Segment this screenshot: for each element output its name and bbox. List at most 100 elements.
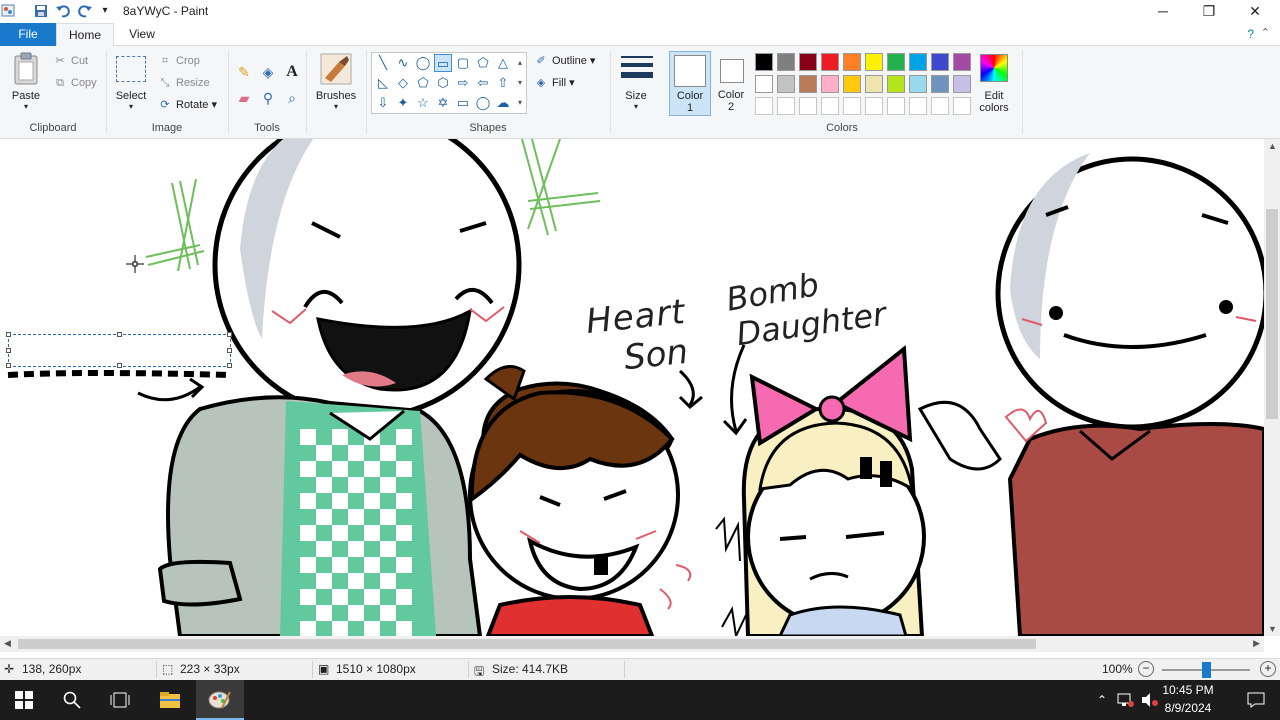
clock-time[interactable]: 10:45 PM — [1152, 683, 1224, 697]
fill-button[interactable]: ◈ Fill ▾ — [533, 74, 575, 92]
palette-swatch[interactable] — [843, 53, 861, 71]
clock-date[interactable]: 8/9/2024 — [1152, 701, 1224, 715]
redo-icon[interactable] — [77, 3, 93, 19]
select-dropdown-icon[interactable]: ▾ — [111, 102, 151, 111]
curve-shape-icon[interactable]: ∿ — [394, 54, 412, 72]
left-arrow-shape-icon[interactable]: ⇦ — [474, 74, 492, 92]
start-button-icon[interactable] — [0, 680, 48, 720]
palette-swatch[interactable] — [909, 53, 927, 71]
palette-swatch[interactable] — [953, 53, 971, 71]
selection-handle[interactable] — [227, 363, 232, 368]
custom-color-slot[interactable] — [887, 97, 905, 115]
zoom-slider-thumb[interactable] — [1202, 662, 1211, 678]
selection-handle[interactable] — [6, 348, 11, 353]
four-point-star-shape-icon[interactable]: ✦ — [394, 94, 412, 112]
select-button[interactable]: Select — [111, 90, 151, 102]
copy-button[interactable]: ⧉ Copy — [52, 74, 97, 92]
palette-swatch[interactable] — [755, 53, 773, 71]
oval-callout-shape-icon[interactable]: ◯ — [474, 94, 492, 112]
custom-color-slot[interactable] — [755, 97, 773, 115]
selection-handle[interactable] — [117, 332, 122, 337]
palette-swatch[interactable] — [799, 75, 817, 93]
tab-view[interactable]: View — [114, 23, 170, 46]
selection-handle[interactable] — [227, 348, 232, 353]
custom-color-slot[interactable] — [931, 97, 949, 115]
shapes-expand-icon[interactable]: ▾ — [514, 94, 526, 112]
rectangle-shape-icon[interactable]: ▭ — [434, 54, 452, 72]
down-arrow-shape-icon[interactable]: ⇩ — [374, 94, 392, 112]
palette-swatch[interactable] — [931, 75, 949, 93]
eraser-icon[interactable]: ▰ — [234, 88, 254, 108]
resize-button[interactable]: ⤡ Resize — [157, 74, 210, 92]
search-icon[interactable] — [48, 680, 96, 720]
palette-swatch[interactable] — [909, 75, 927, 93]
magnifier-icon[interactable]: ⌕ — [282, 88, 302, 108]
shapes-scroll-down-icon[interactable]: ▾ — [514, 74, 526, 92]
right-triangle-shape-icon[interactable]: ◺ — [374, 74, 392, 92]
cut-button[interactable]: ✂ Cut — [52, 52, 88, 70]
palette-swatch[interactable] — [887, 53, 905, 71]
crop-button[interactable]: ⌗ Crop — [157, 52, 200, 70]
palette-swatch[interactable] — [887, 75, 905, 93]
selection-handle[interactable] — [117, 363, 122, 368]
drawing-canvas[interactable]: Heart Son Bomb Daughter — [0, 139, 1264, 636]
horizontal-scrollbar[interactable]: ◀ ▶ — [0, 636, 1264, 652]
color2-button[interactable]: Color 2 — [712, 51, 750, 116]
custom-color-slot[interactable] — [777, 97, 795, 115]
size-dropdown-icon[interactable]: ▾ — [616, 102, 656, 111]
show-hidden-icons-icon[interactable]: ⌃ — [1092, 680, 1112, 720]
scroll-down-arrow-icon[interactable]: ▼ — [1268, 624, 1277, 634]
zoom-out-button[interactable]: − — [1138, 661, 1154, 677]
custom-color-slot[interactable] — [843, 97, 861, 115]
cloud-callout-shape-icon[interactable]: ☁ — [494, 94, 512, 112]
pentagon-shape-icon[interactable]: ⬠ — [414, 74, 432, 92]
paste-icon[interactable] — [11, 52, 41, 88]
paste-dropdown-icon[interactable]: ▾ — [6, 102, 46, 111]
palette-swatch[interactable] — [953, 75, 971, 93]
selection-handle[interactable] — [6, 363, 11, 368]
scroll-left-arrow-icon[interactable]: ◀ — [4, 638, 11, 649]
vertical-scrollbar[interactable]: ▲ ▼ — [1264, 139, 1280, 636]
palette-swatch[interactable] — [799, 53, 817, 71]
minimize-button[interactable]: ─ — [1140, 0, 1186, 23]
brushes-button[interactable]: Brushes — [311, 90, 361, 102]
rotate-button[interactable]: ⟳ Rotate ▾ — [157, 96, 217, 114]
selection-handle[interactable] — [6, 332, 11, 337]
task-view-icon[interactable] — [96, 680, 144, 720]
six-point-star-shape-icon[interactable]: ✡ — [434, 94, 452, 112]
vertical-scroll-thumb[interactable] — [1266, 209, 1278, 419]
palette-swatch[interactable] — [821, 53, 839, 71]
custom-color-slot[interactable] — [865, 97, 883, 115]
triangle-shape-icon[interactable]: △ — [494, 54, 512, 72]
notifications-icon[interactable] — [1232, 680, 1280, 720]
right-arrow-shape-icon[interactable]: ⇨ — [454, 74, 472, 92]
palette-swatch[interactable] — [843, 75, 861, 93]
paste-button[interactable]: Paste — [6, 90, 46, 102]
fill-bucket-icon[interactable]: ◈ — [258, 62, 278, 82]
custom-color-slot[interactable] — [821, 97, 839, 115]
palette-swatch[interactable] — [777, 53, 795, 71]
scroll-right-arrow-icon[interactable]: ▶ — [1253, 638, 1260, 649]
palette-swatch[interactable] — [821, 75, 839, 93]
edit-colors-button[interactable]: Edit — [972, 90, 1016, 102]
selection-box[interactable] — [6, 332, 232, 368]
color1-button[interactable]: Color 1 — [669, 51, 711, 116]
maximize-button[interactable]: ❐ — [1186, 0, 1232, 23]
palette-swatch[interactable] — [865, 53, 883, 71]
undo-icon[interactable] — [55, 3, 71, 19]
file-explorer-icon[interactable] — [146, 680, 194, 720]
hexagon-shape-icon[interactable]: ⬡ — [434, 74, 452, 92]
text-tool-icon[interactable]: A — [282, 62, 302, 82]
scroll-up-arrow-icon[interactable]: ▲ — [1268, 141, 1277, 151]
brushes-dropdown-icon[interactable]: ▾ — [311, 102, 361, 111]
edit-colors-icon[interactable] — [980, 54, 1008, 82]
size-icon[interactable] — [620, 54, 654, 84]
oval-shape-icon[interactable]: ◯ — [414, 54, 432, 72]
zoom-in-button[interactable]: + — [1260, 661, 1276, 677]
paint-taskbar-icon[interactable] — [196, 680, 244, 720]
line-shape-icon[interactable]: ╲ — [374, 54, 392, 72]
tab-file[interactable]: File — [0, 23, 56, 46]
close-button[interactable]: ✕ — [1232, 0, 1278, 23]
five-point-star-shape-icon[interactable]: ☆ — [414, 94, 432, 112]
brushes-icon[interactable] — [319, 52, 353, 86]
